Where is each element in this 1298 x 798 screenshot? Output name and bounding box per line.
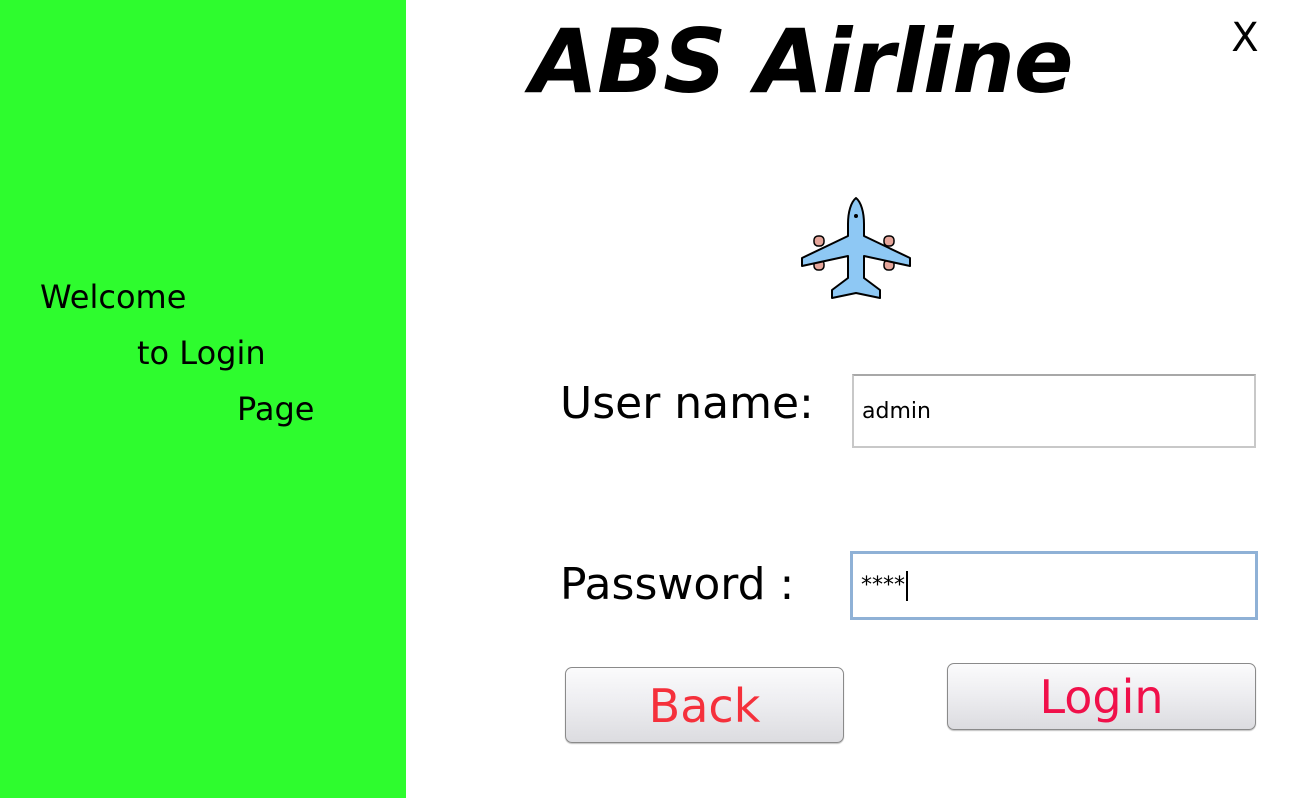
airplane-icon <box>796 194 916 314</box>
login-button[interactable]: Login <box>947 663 1256 730</box>
welcome-text-line-1: Welcome <box>40 278 187 316</box>
password-value: **** <box>861 573 905 598</box>
username-input[interactable]: admin <box>852 374 1256 448</box>
app-title: ABS Airline <box>530 10 1074 113</box>
password-input[interactable]: **** <box>850 551 1258 620</box>
close-button[interactable]: X <box>1228 14 1262 62</box>
text-caret <box>906 570 908 601</box>
back-button[interactable]: Back <box>565 667 844 743</box>
welcome-text-line-3: Page <box>237 390 315 428</box>
username-value: admin <box>862 398 931 424</box>
welcome-text-line-2: to Login <box>137 334 266 372</box>
welcome-side-panel: Welcome to Login Page <box>0 0 406 798</box>
password-label: Password : <box>560 559 795 610</box>
username-label: User name: <box>560 378 814 429</box>
login-window: Welcome to Login Page ABS Airline X User… <box>0 0 1298 798</box>
